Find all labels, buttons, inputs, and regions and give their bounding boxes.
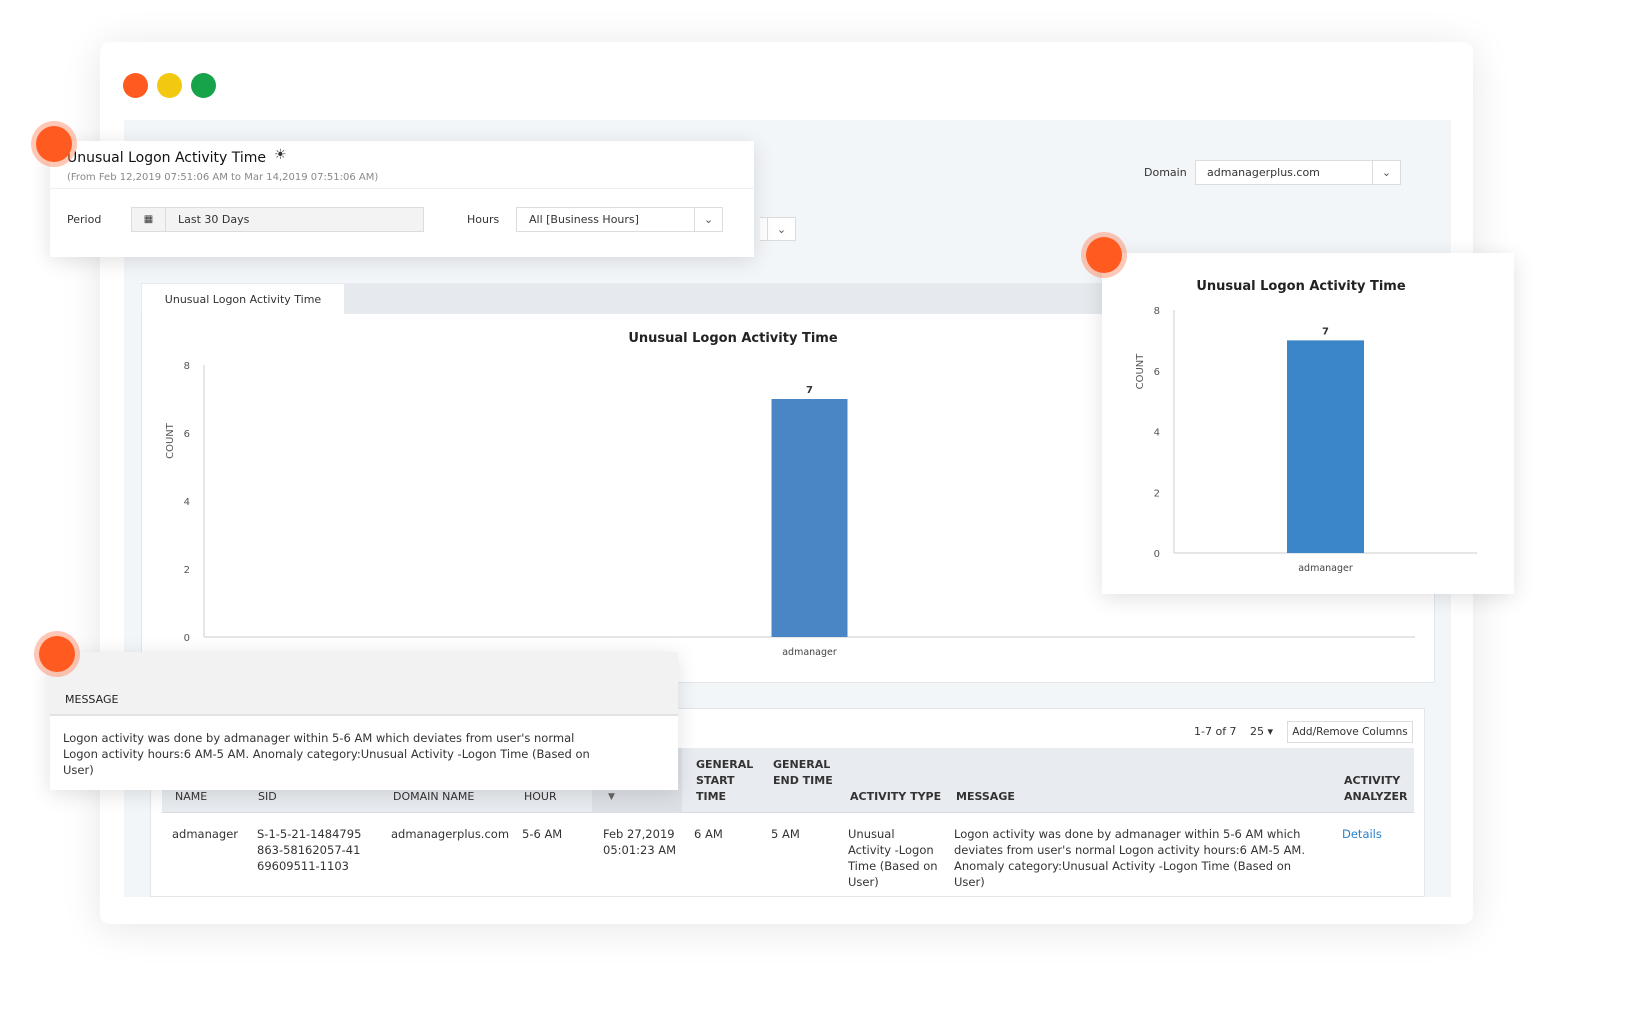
- y-axis-label: COUNT: [1135, 353, 1146, 390]
- bar: [771, 399, 848, 637]
- maximize-window-button[interactable]: [191, 73, 216, 98]
- tab-unusual-logon[interactable]: Unusual Logon Activity Time: [142, 284, 344, 315]
- col-message[interactable]: MESSAGE: [956, 789, 1015, 805]
- hours-value: All [Business Hours]: [529, 213, 639, 226]
- cell-sid: S-1-5-21-1484795863-58162057-4169609511-…: [257, 827, 362, 873]
- message-text: Logon activity was done by admanager wit…: [63, 731, 590, 777]
- period-select[interactable]: ▦ Last 30 Days: [131, 207, 424, 232]
- cell-end: 5 AM: [771, 827, 800, 841]
- col-start[interactable]: GENERAL START TIME: [696, 757, 756, 805]
- report-header-card: Unusual Logon Activity Time ☀ (From Feb …: [50, 141, 754, 257]
- y-tick-label: 4: [184, 497, 190, 508]
- calendar-icon: ▦: [132, 208, 166, 231]
- col-activity-type[interactable]: ACTIVITY TYPE: [850, 789, 941, 805]
- highlight-marker: [36, 126, 72, 162]
- domain-value: admanagerplus.com: [1207, 166, 1320, 179]
- pagination: 1-7 of 7: [1194, 725, 1237, 738]
- chart-title: Unusual Logon Activity Time: [628, 331, 837, 346]
- divider: [50, 188, 754, 189]
- sort-desc-icon[interactable]: ▼: [608, 789, 615, 805]
- period-label: Period: [67, 213, 102, 226]
- report-range: (From Feb 12,2019 07:51:06 AM to Mar 14,…: [67, 172, 379, 183]
- message-header-label: MESSAGE: [65, 693, 119, 706]
- data-label: 7: [806, 385, 813, 396]
- page-size-select[interactable]: 25 ▾: [1250, 725, 1273, 738]
- cell-hour: 5-6 AM: [522, 827, 563, 841]
- close-window-button[interactable]: [123, 73, 148, 98]
- x-tick-label: admanager: [1298, 563, 1353, 574]
- hours-label: Hours: [467, 213, 500, 226]
- bar: [1287, 340, 1364, 553]
- y-axis-label: COUNT: [165, 422, 176, 459]
- x-tick-label: admanager: [782, 647, 837, 658]
- chart-popup-card: Unusual Logon Activity Time COUNT 0 2 4 6 8 7 ad…: [1102, 253, 1514, 594]
- cell-name: admanager: [172, 827, 239, 841]
- highlight-marker: [39, 636, 75, 672]
- y-tick-label: 8: [1154, 306, 1160, 317]
- period-value: Last 30 Days: [178, 213, 250, 226]
- popup-chart: Unusual Logon Activity Time COUNT 0 2 4 6 8 7 ad…: [1135, 279, 1477, 574]
- col-sid[interactable]: SID: [258, 789, 277, 805]
- message-header: [50, 652, 678, 716]
- favorite-icon[interactable]: ☀: [274, 147, 287, 163]
- y-tick-label: 6: [184, 429, 190, 440]
- hours-select[interactable]: All [Business Hours] ⌄: [516, 207, 723, 232]
- report-title: Unusual Logon Activity Time: [67, 150, 267, 166]
- domain-select[interactable]: admanagerplus.com ⌄: [1195, 160, 1401, 185]
- add-remove-columns-button[interactable]: Add/Remove Columns: [1287, 721, 1413, 743]
- cell-start: 6 AM: [694, 827, 723, 841]
- background-select[interactable]: ⌄: [760, 217, 796, 241]
- col-analyzer[interactable]: ACTIVITY ANALYZER: [1344, 773, 1409, 805]
- cell-message: Logon activity was done by admanager wit…: [954, 827, 1306, 889]
- message-popup: MESSAGE Logon activity was done by adman…: [50, 652, 678, 790]
- cell-type: Unusual Activity -Logon Time (Based on U…: [848, 827, 938, 889]
- domain-label: Domain: [1144, 166, 1187, 179]
- y-tick-label: 2: [1154, 488, 1160, 499]
- y-tick-label: 0: [184, 633, 190, 644]
- data-label: 7: [1322, 326, 1329, 337]
- details-link[interactable]: Details: [1342, 826, 1382, 842]
- col-end[interactable]: GENERAL END TIME: [773, 757, 833, 789]
- cell-time: Feb 27,2019 05:01:23 AM: [603, 827, 677, 857]
- page-size-value: 25: [1250, 725, 1264, 738]
- col-domain[interactable]: DOMAIN NAME: [393, 789, 474, 805]
- cell-domain: admanagerplus.com: [391, 827, 510, 841]
- col-hour[interactable]: HOUR: [524, 789, 557, 805]
- minimize-window-button[interactable]: [157, 73, 182, 98]
- y-tick-label: 6: [1154, 367, 1160, 378]
- chart-title: Unusual Logon Activity Time: [1196, 279, 1405, 294]
- chevron-down-icon: ⌄: [1372, 161, 1400, 184]
- y-tick-label: 2: [184, 565, 190, 576]
- chevron-down-icon: ⌄: [694, 208, 722, 231]
- highlight-marker: [1086, 237, 1122, 273]
- y-tick-label: 0: [1154, 549, 1160, 560]
- col-name[interactable]: NAME: [175, 789, 207, 805]
- chevron-down-icon: ⌄: [767, 218, 795, 240]
- y-tick-label: 8: [184, 361, 190, 372]
- y-tick-label: 4: [1154, 428, 1160, 439]
